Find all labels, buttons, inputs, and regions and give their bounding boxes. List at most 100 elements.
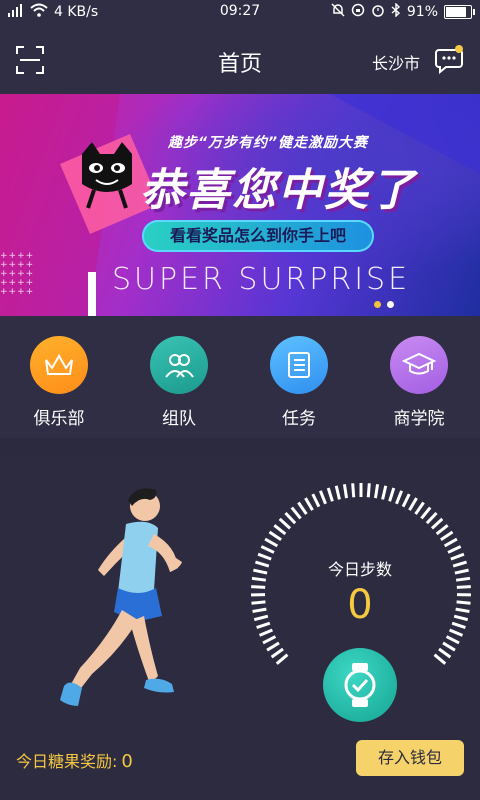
ring-tick (414, 501, 425, 515)
ring-tick (440, 530, 454, 542)
ring-tick (456, 600, 471, 605)
app-header: 首页 长沙市 (0, 24, 480, 94)
ring-tick (425, 511, 438, 525)
team-icon (150, 336, 208, 394)
ring-tick (304, 497, 314, 511)
ring-tick (366, 483, 371, 498)
ring-tick (456, 585, 471, 589)
banner-dot[interactable] (374, 301, 381, 308)
ring-tick (284, 511, 297, 525)
ring-tick (445, 635, 460, 645)
quick-item-label: 俱乐部 (33, 409, 85, 429)
sync-watch-button[interactable] (323, 648, 397, 722)
ring-tick (395, 490, 404, 505)
ring-tick (408, 497, 418, 511)
ring-tick (258, 628, 273, 637)
step-section: 今日步数 0 今日糖果奖励: 0 存入钱包 (0, 456, 480, 800)
ring-tick (453, 614, 469, 622)
ring-tick (262, 635, 277, 645)
quick-item-label: 商学院 (393, 409, 445, 429)
ring-tick (451, 621, 466, 630)
crown-icon (30, 336, 88, 394)
ring-tick (278, 517, 292, 530)
ring-tick (326, 487, 334, 502)
ring-tick (455, 607, 470, 613)
watch-icon (344, 663, 376, 707)
deposit-wallet-button[interactable]: 存入钱包 (356, 740, 464, 776)
ring-tick (264, 537, 279, 548)
banner-english-text: SUPER SURPRISE (112, 262, 411, 297)
banner-slogan: 趣步“万步有约”健走激励大赛 (168, 135, 369, 151)
quick-item-team[interactable]: 组队 (124, 336, 234, 429)
quick-item-label: 任务 (282, 409, 316, 429)
ring-tick (251, 600, 266, 605)
ring-tick (454, 568, 469, 575)
ring-tick (253, 568, 268, 575)
tmall-cat-icon (74, 140, 140, 210)
ring-tick (297, 501, 308, 515)
banner-cta-label: 看看奖品怎么到你手上吧 (169, 226, 346, 245)
banner-headline: 恭喜您中奖了 (140, 165, 416, 216)
ring-tick (290, 506, 302, 520)
ring-tick (342, 484, 349, 499)
ring-tick (334, 485, 341, 500)
steps-label: 今日步数 (327, 560, 392, 579)
city-selector[interactable]: 长沙市 (372, 50, 420, 74)
ring-tick (275, 653, 289, 665)
candy-reward-value: 0 (121, 751, 133, 772)
ring-tick (311, 493, 321, 508)
ring-tick (251, 585, 266, 589)
quick-item-club[interactable]: 俱乐部 (4, 336, 114, 429)
candy-reward: 今日糖果奖励: 0 (16, 748, 133, 772)
ring-tick (450, 552, 465, 561)
task-list-icon (270, 336, 328, 394)
ring-tick (251, 576, 267, 582)
ring-tick (401, 493, 411, 508)
promo-banner[interactable]: ++++ ++++ ++++ ++++ ++++ 趣步“万步有约”健走激励大赛 恭喜您中… (0, 94, 480, 316)
ring-tick (455, 576, 471, 582)
banner-dot[interactable] (387, 301, 394, 308)
ring-tick (433, 653, 447, 665)
ring-tick (420, 506, 432, 520)
ring-tick (257, 552, 272, 561)
runner-illustration (40, 480, 200, 720)
ring-tick (268, 530, 282, 542)
ring-tick (435, 524, 449, 536)
ring-tick (430, 517, 444, 530)
quick-item-academy[interactable]: 商学院 (364, 336, 474, 429)
banner-cta-button[interactable]: 看看奖品怎么到你手上吧 (142, 220, 374, 252)
battery-percent: 91% (406, 4, 438, 20)
status-bar: 4 KB/s 09:27 91% (0, 0, 480, 24)
ring-tick (318, 490, 327, 505)
ring-tick (373, 484, 380, 499)
ring-tick (388, 487, 396, 502)
ring-tick (351, 483, 356, 498)
ring-tick (438, 647, 452, 659)
bluetooth-icon (391, 2, 401, 21)
ring-tick (447, 545, 462, 554)
alarm-icon (371, 3, 385, 21)
ring-tick (443, 537, 458, 548)
ring-tick (452, 560, 467, 568)
ring-tick (266, 641, 280, 652)
steps-value: 0 (347, 582, 373, 628)
lock-rotation-icon (351, 3, 365, 21)
ring-tick (381, 485, 388, 500)
ring-tick (252, 607, 267, 613)
ring-tick (255, 560, 270, 568)
ring-tick (253, 614, 269, 622)
mute-bell-icon (331, 3, 345, 21)
battery-icon (444, 5, 475, 19)
decorative-pattern: ++++ ++++ ++++ ++++ ++++ (0, 251, 35, 297)
quick-actions: 俱乐部 组队 任务 商学院 (0, 316, 480, 438)
graduation-cap-icon (390, 336, 448, 394)
ring-tick (442, 641, 456, 652)
ring-tick (273, 524, 287, 536)
ring-tick (260, 545, 275, 554)
quick-item-task[interactable]: 任务 (244, 336, 354, 429)
banner-pagination (374, 301, 394, 308)
message-icon[interactable] (434, 44, 464, 75)
candy-reward-label: 今日糖果奖励: (16, 752, 118, 771)
ring-tick (449, 628, 464, 637)
quick-item-label: 组队 (162, 409, 196, 429)
